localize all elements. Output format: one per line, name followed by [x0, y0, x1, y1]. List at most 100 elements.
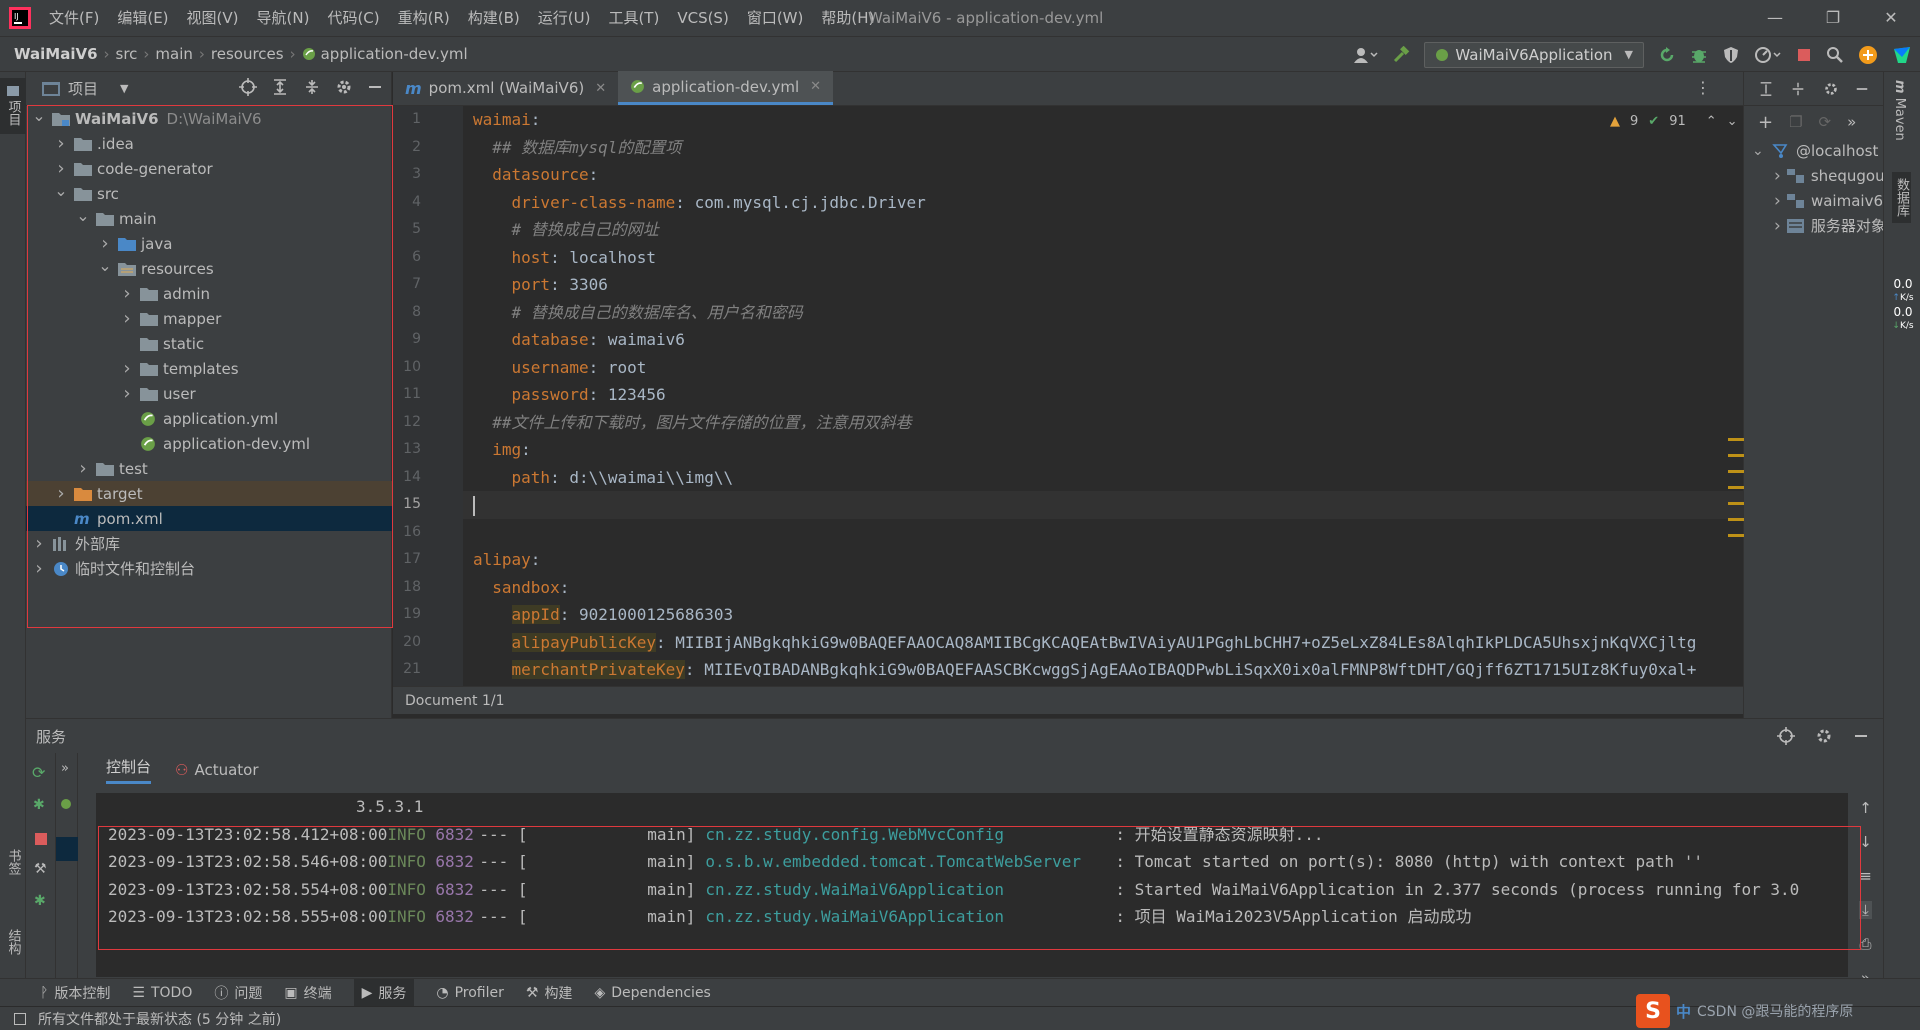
menu-item[interactable]: 运行(U) — [529, 0, 600, 36]
warning-stripe-mark[interactable] — [1728, 470, 1744, 473]
tree-item[interactable]: › user — [26, 381, 392, 406]
gear-icon[interactable] — [335, 78, 353, 96]
collapse-all-icon[interactable] — [1790, 81, 1806, 97]
more-icon[interactable]: » — [1847, 113, 1856, 131]
scroll-down-icon[interactable]: ↓ — [1859, 833, 1872, 851]
line-number[interactable]: 9 — [393, 326, 463, 354]
tree-item[interactable]: application-dev.yml — [26, 431, 392, 456]
hide-panel-icon[interactable] — [1855, 82, 1869, 96]
tree-item[interactable]: › .idea — [26, 131, 392, 156]
locate-target-icon[interactable] — [1777, 727, 1795, 745]
menu-item[interactable]: VCS(S) — [668, 0, 737, 36]
bottom-tool-6[interactable]: ◔ Profiler — [436, 985, 504, 1001]
tree-item[interactable]: › admin — [26, 281, 392, 306]
profiler-icon[interactable] — [1754, 46, 1782, 64]
warning-stripe-mark[interactable] — [1728, 486, 1744, 489]
wrench-icon[interactable]: ⚒ — [34, 861, 47, 877]
tree-item[interactable]: › code-generator — [26, 156, 392, 181]
chevron-right-icon[interactable]: › — [120, 383, 134, 404]
coverage-shield-icon[interactable] — [1722, 46, 1740, 64]
bottom-tool-1[interactable]: ᚹ 版本控制 — [40, 983, 110, 1003]
update-icon[interactable] — [1858, 45, 1878, 65]
maven-tool-tab[interactable]: m Maven — [1892, 80, 1907, 141]
breadcrumb-main[interactable]: main — [155, 45, 192, 63]
bottom-tool-4[interactable]: ▣ 终端 — [284, 983, 331, 1003]
bottom-tool-5[interactable]: ▶ 服务 — [353, 978, 415, 1007]
chevron-down-icon[interactable]: ⌄ — [98, 256, 112, 275]
warning-stripe-mark[interactable] — [1728, 438, 1744, 441]
breadcrumb-resources[interactable]: resources — [211, 45, 284, 63]
ime-language[interactable]: 中 — [1676, 1001, 1691, 1022]
chevron-right-icon[interactable]: › — [98, 233, 112, 254]
bottom-tool-3[interactable]: ⓘ 问题 — [214, 983, 262, 1003]
line-number[interactable]: 8 — [393, 299, 463, 327]
tree-item[interactable]: static — [26, 331, 392, 356]
tab-console[interactable]: 控制台 — [106, 756, 152, 784]
tree-item[interactable]: ⌄ main — [26, 206, 392, 231]
line-number[interactable]: 16 — [393, 519, 463, 547]
chevron-down-icon[interactable]: ⌄ — [1752, 143, 1766, 159]
locate-target-icon[interactable] — [239, 78, 257, 96]
close-window-button[interactable]: ✕ — [1862, 0, 1920, 36]
refresh-icon[interactable]: ⟳ — [1819, 113, 1832, 131]
line-number[interactable]: 3 — [393, 161, 463, 189]
intellij-logo-icon[interactable]: IJ — [0, 0, 40, 36]
tree-item[interactable]: ⌄ resources — [26, 256, 392, 281]
scroll-to-end-icon[interactable]: ⤓ — [1859, 901, 1872, 919]
breadcrumb-src[interactable]: src — [116, 45, 138, 63]
copy-icon[interactable]: ❐ — [1789, 113, 1802, 131]
tree-item[interactable]: › test — [26, 456, 392, 481]
tab-actuator[interactable]: ⚇ Actuator — [175, 761, 259, 779]
chevron-right-icon[interactable]: › — [32, 533, 46, 554]
close-tab-icon[interactable]: ✕ — [810, 79, 821, 94]
close-tab-icon[interactable]: ✕ — [595, 81, 606, 96]
menu-item[interactable]: 代码(C) — [318, 0, 388, 36]
line-number[interactable]: 19 — [393, 601, 463, 629]
chevron-right-icon[interactable]: › — [54, 158, 68, 179]
search-icon[interactable] — [1826, 46, 1844, 64]
warning-stripe-mark[interactable] — [1728, 454, 1744, 457]
tree-item[interactable]: › target — [26, 481, 392, 506]
collapse-all-icon[interactable] — [303, 78, 321, 96]
chevron-right-icon[interactable]: › — [32, 558, 46, 579]
chevron-right-icon[interactable]: › — [120, 358, 134, 379]
line-number[interactable]: 17 — [393, 546, 463, 574]
line-number[interactable]: 10 — [393, 354, 463, 382]
menu-item[interactable]: 导航(N) — [248, 0, 319, 36]
line-number[interactable]: 14 — [393, 464, 463, 492]
menu-item[interactable]: 构建(B) — [459, 0, 529, 36]
debug-bug-icon[interactable] — [1690, 46, 1708, 64]
bottom-tool-2[interactable]: ☰ TODO — [132, 985, 192, 1001]
database-tool-tab[interactable]: 数据库 — [1892, 172, 1911, 223]
menu-item[interactable]: 文件(F) — [40, 0, 108, 36]
tree-item[interactable]: › mapper — [26, 306, 392, 331]
next-highlight-icon[interactable]: ⌄ — [1727, 114, 1738, 129]
expand-all-icon[interactable] — [1758, 81, 1774, 97]
tree-item[interactable]: ⌄ WaiMaiV6 D:\WaiMaiV6 — [26, 106, 392, 131]
print-icon[interactable]: ⎙ — [1859, 935, 1871, 953]
tree-item[interactable]: ⌄ src — [26, 181, 392, 206]
run-configuration-select[interactable]: WaiMaiV6Application ▼ — [1424, 41, 1644, 68]
line-number[interactable]: 2 — [393, 134, 463, 162]
minimize-button[interactable]: — — [1746, 0, 1804, 36]
menu-item[interactable]: 编辑(E) — [108, 0, 177, 36]
warning-stripe-mark[interactable] — [1728, 518, 1744, 521]
line-number[interactable]: 7 — [393, 271, 463, 299]
line-number[interactable]: 4 — [393, 189, 463, 217]
selected-service-row[interactable] — [56, 837, 78, 861]
chevron-down-icon[interactable]: ⌄ — [32, 106, 46, 125]
chevron-down-icon[interactable]: ▼ — [120, 82, 128, 95]
chevron-right-icon[interactable]: › — [76, 458, 90, 479]
hide-panel-icon[interactable] — [1853, 727, 1869, 745]
database-tree-item[interactable]: › shequgou — [1744, 163, 1883, 188]
chevron-down-icon[interactable]: ⌄ — [76, 206, 90, 225]
line-number[interactable]: 12 — [393, 409, 463, 437]
user-icon[interactable] — [1354, 47, 1378, 63]
project-tool-tab[interactable]: 项目 — [0, 78, 26, 134]
more-icon[interactable]: » — [61, 761, 69, 776]
tree-item[interactable]: m pom.xml — [26, 506, 392, 531]
previous-highlight-icon[interactable]: ⌃ — [1706, 114, 1717, 129]
spring-boot-icon[interactable] — [61, 799, 71, 809]
tree-item[interactable]: › java — [26, 231, 392, 256]
chevron-right-icon[interactable]: › — [54, 133, 68, 154]
